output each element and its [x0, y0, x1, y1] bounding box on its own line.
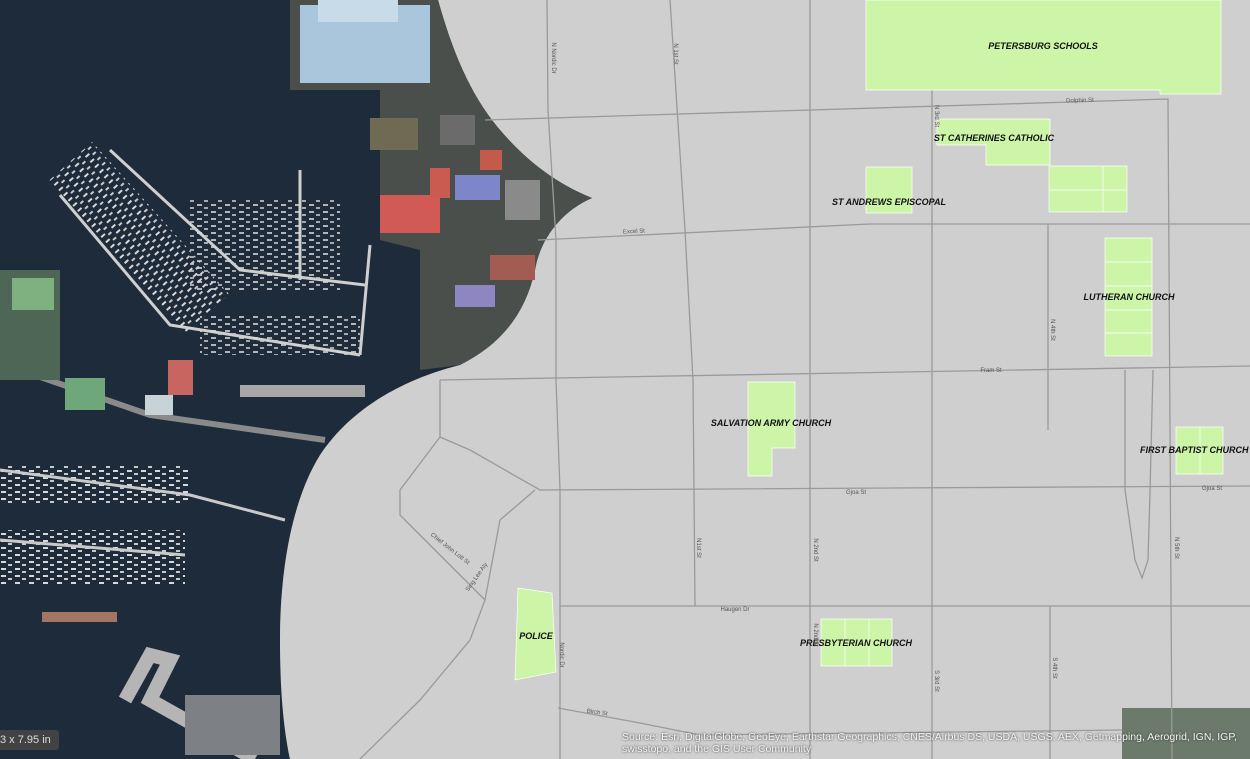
- map-canvas[interactable]: PETERSBURG SCHOOLS ST CATHERINES CATHOLI…: [0, 0, 1250, 759]
- street-label-n1st-north: N 1st St: [672, 43, 678, 65]
- parcel-st-catherines-annex[interactable]: [1048, 165, 1128, 213]
- street-label-haugen: Haugen Dr: [720, 607, 749, 613]
- street-label-gjoa: Gjoa St: [846, 490, 866, 496]
- label-police: POLICE: [519, 631, 554, 641]
- street-label-n5th: N 5th St: [1173, 537, 1179, 559]
- street-label-n2nd-south: N 2nd St: [812, 623, 818, 647]
- street-label-n4th: N 4th St: [1049, 319, 1055, 341]
- label-st-andrews: ST ANDREWS EPISCOPAL: [832, 197, 946, 207]
- label-lutheran: LUTHERAN CHURCH: [1084, 292, 1175, 302]
- street-label-dolphin: Dolphin St: [1066, 98, 1094, 105]
- street-label-n2nd: N 2nd St: [812, 538, 818, 562]
- street-label-s4th: S 4th St: [1051, 657, 1057, 679]
- street-label-fram: Fram St: [980, 368, 1002, 374]
- street-label-s3rd: S 3rd St: [933, 670, 939, 692]
- street-label-excel: Excel St: [623, 228, 646, 235]
- street-label-nordic: Nordic Dr: [558, 642, 564, 667]
- label-salvation-army: SALVATION ARMY CHURCH: [711, 418, 832, 428]
- map-attribution: Source: Esri, DigitalGlobe, GeoEye, Eart…: [622, 731, 1237, 755]
- label-st-catherines: ST CATHERINES CATHOLIC: [934, 133, 1055, 143]
- street-label-gjoa-east: Gjoa St: [1202, 486, 1222, 492]
- street-label-nordic-north: N Nordic Dr: [550, 42, 556, 73]
- street-label-n3rd-north: N 3rd St: [933, 105, 939, 127]
- map-scale-readout: 3 x 7.95 in: [0, 730, 59, 750]
- street-label-n1st: N1st St: [695, 538, 701, 558]
- label-petersburg-schools: PETERSBURG SCHOOLS: [988, 41, 1098, 51]
- label-first-baptist: FIRST BAPTIST CHURCH: [1140, 445, 1249, 455]
